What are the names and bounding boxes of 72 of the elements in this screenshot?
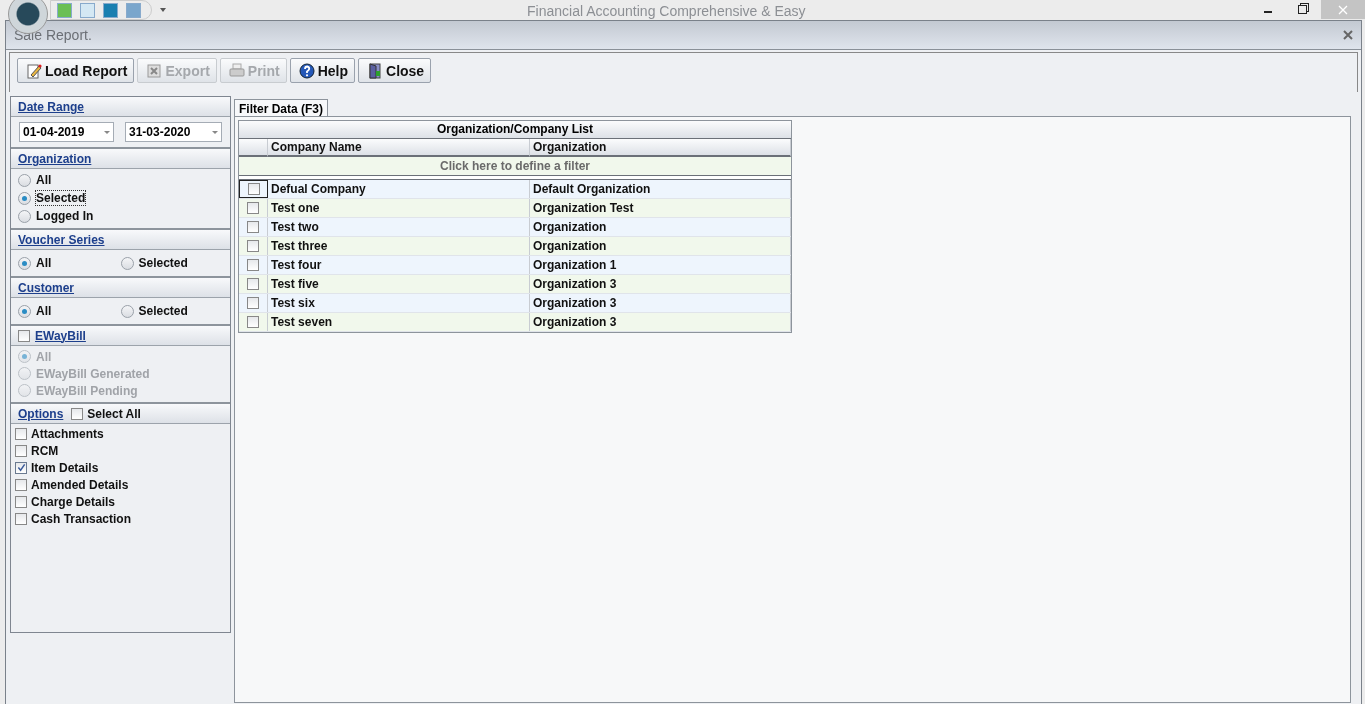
- checkbox-option[interactable]: Cash Transaction: [15, 510, 226, 527]
- row-checkbox[interactable]: [247, 316, 259, 328]
- checkbox-option[interactable]: Amended Details: [15, 476, 226, 493]
- checkbox-option[interactable]: Select All: [71, 405, 141, 422]
- customize-toolbar-icon[interactable]: [160, 8, 166, 12]
- toolbar-button[interactable]: Help: [289, 58, 356, 83]
- date-field[interactable]: 31-03-2020: [125, 122, 222, 142]
- table-cell: Organization: [530, 218, 791, 236]
- table-cell: Defual Company: [268, 180, 530, 198]
- checkbox[interactable]: [18, 329, 30, 342]
- table-cell: Default Organization: [530, 180, 791, 198]
- table-cell: Test two: [268, 218, 530, 236]
- table-cell: Test five: [268, 275, 530, 293]
- dropdown-arrow-icon: [212, 130, 218, 134]
- table-cell: Test seven: [268, 313, 530, 331]
- radio-option[interactable]: All: [18, 171, 223, 189]
- checkbox-option[interactable]: Charge Details: [15, 493, 226, 510]
- table-cell: Test four: [268, 256, 530, 274]
- column-header[interactable]: Organization: [530, 139, 791, 157]
- close-icon: [1338, 4, 1348, 15]
- table-cell: Organization: [530, 237, 791, 255]
- spreadsheet-icon: [146, 62, 163, 79]
- radio-option[interactable]: All: [18, 254, 121, 272]
- row-checkbox[interactable]: [247, 240, 259, 252]
- quick-access-icon[interactable]: [57, 2, 72, 18]
- table-cell: Organization 3: [530, 275, 791, 293]
- printer-icon: [228, 62, 245, 79]
- tab[interactable]: Filter Data (F3): [234, 99, 328, 116]
- checkbox-option[interactable]: Item Details: [15, 459, 226, 476]
- radio-option[interactable]: Selected: [18, 189, 223, 207]
- table-cell: Test one: [268, 199, 530, 217]
- edit-icon: [26, 62, 42, 79]
- column-header[interactable]: Company Name: [268, 139, 530, 157]
- section-header: EWayBill: [11, 324, 230, 346]
- table-cell: Organization 3: [530, 313, 791, 331]
- row-checkbox[interactable]: [247, 297, 259, 309]
- quick-access-icon[interactable]: [80, 2, 95, 18]
- row-checkbox[interactable]: [247, 278, 259, 290]
- checkmark-icon: [16, 463, 26, 472]
- toolbar-button[interactable]: Close: [358, 58, 432, 83]
- row-checkbox[interactable]: [247, 259, 259, 271]
- app-title: Financial Accounting Comprehensive & Easy: [527, 3, 806, 19]
- row-checkbox[interactable]: [247, 221, 259, 233]
- section-header: Options: [18, 406, 64, 421]
- close-icon[interactable]: [1343, 30, 1353, 40]
- quick-access-icon[interactable]: [103, 2, 118, 18]
- dropdown-arrow-icon: [104, 130, 110, 134]
- section-header: Customer: [11, 276, 230, 298]
- section-header: Organization: [11, 147, 230, 169]
- table-cell: Test six: [268, 294, 530, 312]
- radio-option[interactable]: Logged In: [18, 207, 223, 225]
- radio-option[interactable]: All: [18, 302, 121, 320]
- help-icon: [298, 62, 315, 79]
- table-cell: Test three: [268, 237, 530, 255]
- table-cell: Organization Test: [530, 199, 791, 217]
- door-icon: [367, 62, 384, 79]
- radio-option[interactable]: Selected: [120, 254, 223, 272]
- row-checkbox[interactable]: [247, 202, 259, 214]
- row-checkbox[interactable]: [247, 183, 260, 195]
- quick-access-icon[interactable]: [126, 2, 141, 18]
- checkbox-option[interactable]: RCM: [15, 442, 226, 459]
- section-header: Date Range: [11, 97, 230, 117]
- filter-row[interactable]: Click here to define a filter: [239, 157, 791, 175]
- toolbar-button[interactable]: Load Report: [17, 58, 135, 83]
- grid-title: Organization/Company List: [239, 121, 791, 139]
- checkbox-option[interactable]: Attachments: [15, 425, 226, 442]
- table-cell: Organization 1: [530, 256, 791, 274]
- date-field[interactable]: 01-04-2019: [19, 122, 114, 142]
- radio-option[interactable]: Selected: [120, 302, 223, 320]
- column-header: [239, 139, 268, 157]
- section-header: Voucher Series: [11, 228, 230, 250]
- table-cell: Organization 3: [530, 294, 791, 312]
